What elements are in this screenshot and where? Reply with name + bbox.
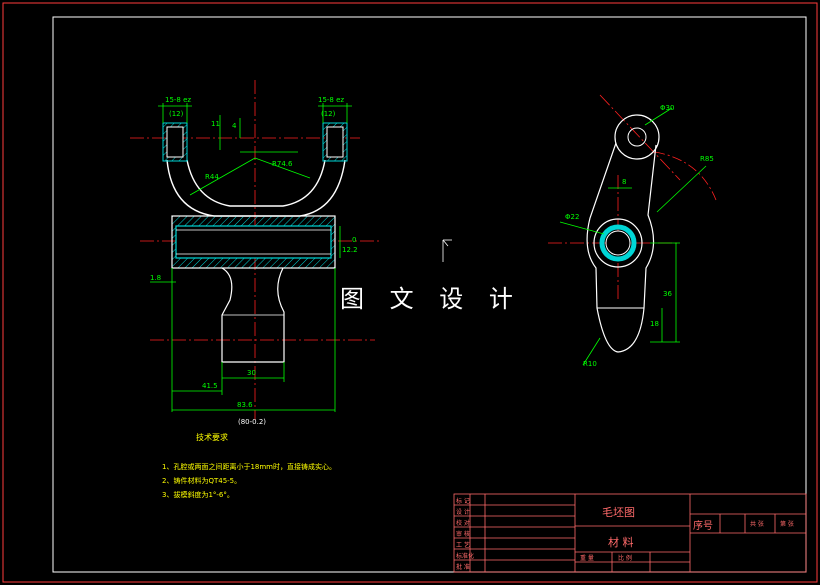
sheets-total: 共 张	[750, 521, 764, 528]
dim-phi22-leader	[559, 221, 605, 235]
dim-text-r74: R74.6	[272, 160, 293, 168]
row-label-5: 工 艺	[456, 542, 470, 549]
dim-text-r10: R10	[583, 360, 597, 368]
row-label-3: 校 对	[456, 520, 470, 527]
dim-text-8: 8	[622, 178, 627, 186]
side-view	[442, 94, 717, 366]
scale-label: 比 例	[618, 555, 632, 562]
notes-item-3: 3、拔模斜度为1°-6°。	[162, 491, 234, 499]
dim-text-18: 18	[650, 320, 659, 328]
row-label-6: 标准化	[456, 553, 475, 560]
cad-drawing-canvas[interactable]: 15-8 ez (12) 15-8 ez (12) 11 4 R74.6 R44…	[0, 0, 820, 585]
dim-r44	[189, 157, 256, 196]
top-hole	[627, 127, 647, 147]
row-label-2: 设 计	[456, 509, 470, 516]
dim-text-top-left: 15-8 ez	[165, 96, 192, 104]
notes-item-2: 2、铸件材料为QT45-5。	[162, 477, 242, 485]
dim-text-83: 83.6	[237, 401, 253, 409]
right-jaw-core	[326, 126, 344, 158]
bore-hole	[175, 225, 332, 259]
dim-text-top-right: 15-8 ez	[318, 96, 345, 104]
dim-text-4: 4	[232, 122, 237, 130]
dim-text-30: 30	[247, 369, 256, 377]
weight-label: 重 量	[580, 555, 594, 562]
notes-item-1: 1、孔腔或两面之间距离小于18mm时，直接铸成实心。	[162, 463, 336, 471]
dim-text-phi30: Φ30	[660, 104, 675, 112]
dim-text-11: 11	[211, 120, 220, 128]
fork-inner-arc	[186, 159, 326, 207]
notes-title: 技术要求	[196, 433, 228, 442]
dim-text-right2: 0	[352, 236, 357, 244]
watermark-text: 图 文 设 计	[340, 285, 522, 313]
hub-bore	[605, 230, 631, 256]
material-label: 材 料	[608, 536, 634, 549]
row-label-7: 批 准	[456, 564, 470, 571]
left-jaw-core	[166, 126, 184, 158]
dim-r85-leader	[656, 165, 707, 213]
dim-text-right: 12.2	[342, 246, 358, 254]
part-name: 毛坯图	[602, 506, 635, 519]
dim-text-r44: R44	[205, 173, 219, 181]
dim-text-left-small: 1.8	[150, 274, 162, 282]
seq-label: 序号	[693, 521, 713, 532]
dim-text-r85: R85	[700, 155, 714, 163]
top-boss	[614, 114, 660, 160]
dim-text-36: 36	[663, 290, 672, 298]
dim-text-80: (80-0.2)	[238, 418, 267, 426]
row-label-1: 标 记	[456, 498, 470, 505]
sheet-number: 第 张	[780, 521, 794, 528]
dim-text-41: 41.5	[202, 382, 218, 390]
dim-text-phi22: Φ22	[565, 213, 580, 221]
row-label-4: 审 核	[456, 531, 470, 538]
dim-text-top-right-paren: (12)	[321, 110, 336, 118]
dim-text-top-left-paren: (12)	[169, 110, 184, 118]
fork-outer-arc	[166, 159, 346, 217]
